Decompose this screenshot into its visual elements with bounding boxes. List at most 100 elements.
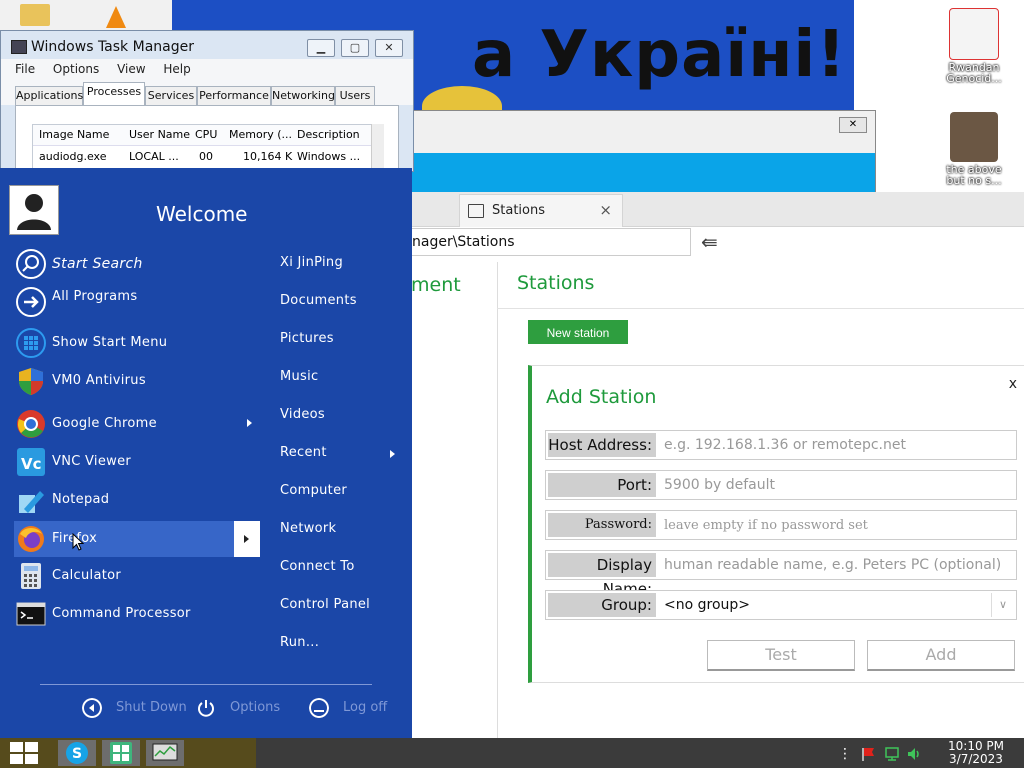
calculator-icon: [21, 563, 41, 589]
new-station-button[interactable]: New station: [528, 320, 628, 344]
menu-help[interactable]: Help: [163, 59, 190, 79]
command-processor-label: Command Processor: [52, 606, 191, 621]
app-taskbar-button[interactable]: [101, 739, 141, 767]
cell-image-name: audiodg.exe: [39, 150, 107, 163]
chevron-right-icon: [390, 450, 395, 458]
minimize-button[interactable]: ▁: [307, 39, 335, 57]
avatar[interactable]: [9, 185, 59, 235]
vm0-antivirus[interactable]: VM0 Antivirus: [14, 363, 254, 399]
maximize-button[interactable]: ▢: [341, 39, 369, 57]
meme-image-icon: [949, 8, 999, 60]
menu-view[interactable]: View: [117, 59, 145, 79]
start-right-connect-to[interactable]: Connect To: [280, 559, 355, 574]
display-name-input[interactable]: [660, 553, 1012, 577]
user-icon: [17, 194, 51, 230]
password-input[interactable]: [660, 513, 1012, 537]
all-programs[interactable]: All Programs: [14, 284, 254, 320]
close-tab-icon[interactable]: ×: [599, 201, 612, 219]
tab-applications[interactable]: Applications: [15, 86, 83, 106]
start-right-videos[interactable]: Videos: [280, 407, 325, 422]
close-panel-button[interactable]: x: [1009, 376, 1017, 392]
group-select[interactable]: <no group>: [664, 593, 750, 617]
column-cpu[interactable]: CPU: [195, 125, 217, 145]
host-address-input[interactable]: [660, 433, 1012, 457]
test-button[interactable]: Test: [707, 640, 855, 671]
skype-taskbar-button[interactable]: S: [57, 739, 97, 767]
mouse-cursor-icon: [72, 533, 84, 551]
host-address-label: Host Address:: [548, 433, 656, 457]
start-right-documents[interactable]: Documents: [280, 293, 357, 308]
start-right-recent[interactable]: Recent: [280, 445, 327, 460]
desktop-icon-rwandan[interactable]: Rwandan Genocid...: [939, 8, 1009, 84]
start-right-xi-jinping[interactable]: Xi JinPing: [280, 255, 343, 270]
start-right-run[interactable]: Run...: [280, 635, 319, 650]
panel-title: Add Station: [546, 386, 657, 408]
logoff-icon: [309, 698, 329, 718]
vm0-antivirus-label: VM0 Antivirus: [52, 373, 146, 388]
firefox-submenu-button[interactable]: [234, 521, 260, 557]
port-input[interactable]: [660, 473, 1012, 497]
google-chrome[interactable]: Google Chrome: [14, 406, 254, 442]
column-memory[interactable]: Memory (...: [229, 125, 292, 145]
password-row: Password:: [545, 510, 1017, 540]
taskbar: S ⋮ 10:10 PM 3/7/2023: [0, 738, 1024, 768]
show-start-menu[interactable]: Show Start Menu: [14, 325, 254, 361]
vnc-viewer[interactable]: Vc VNC Viewer: [14, 444, 254, 480]
windows-start-icon[interactable]: [10, 742, 40, 764]
tab-networking[interactable]: Networking: [271, 86, 335, 106]
menu-file[interactable]: File: [15, 59, 35, 79]
firefox[interactable]: Firefox: [14, 521, 260, 557]
add-button[interactable]: Add: [867, 640, 1015, 671]
close-button[interactable]: ✕: [375, 39, 403, 57]
column-user-name[interactable]: User Name: [129, 125, 190, 145]
chevron-down-icon[interactable]: ∨: [991, 593, 1014, 617]
menu-bar: File Options View Help: [1, 59, 413, 79]
start-search[interactable]: Start Search: [14, 246, 254, 282]
column-image-name[interactable]: Image Name: [39, 125, 109, 145]
start-right-network[interactable]: Network: [280, 521, 336, 536]
volume-icon[interactable]: [906, 746, 922, 762]
task-manager-window[interactable]: Windows Task Manager ▁ ▢ ✕ File Options …: [0, 30, 414, 172]
tab-processes[interactable]: Processes: [83, 82, 145, 105]
task-manager-icon: [11, 40, 27, 54]
column-description[interactable]: Description: [297, 125, 360, 145]
power-icon: [198, 700, 214, 717]
start-right-control-panel[interactable]: Control Panel: [280, 597, 370, 612]
collapse-menu-icon[interactable]: ⇚: [701, 230, 718, 254]
tab-stations[interactable]: Stations ×: [459, 194, 623, 227]
command-processor[interactable]: Command Processor: [14, 596, 254, 632]
process-panel: Image Name User Name CPU Memory (... Des…: [15, 105, 399, 171]
process-table: Image Name User Name CPU Memory (... Des…: [32, 124, 376, 170]
notepad[interactable]: Notepad: [14, 482, 254, 518]
address-bar[interactable]: nager\Stations: [411, 228, 691, 256]
background-window[interactable]: ✕: [410, 110, 876, 196]
tab-services[interactable]: Services: [145, 86, 197, 106]
desktop-background: [0, 0, 172, 30]
table-row[interactable]: audiodg.exe LOCAL ... 00 10,164 K Window…: [33, 147, 375, 167]
start-right-computer[interactable]: Computer: [280, 483, 347, 498]
notepad-label: Notepad: [52, 492, 110, 507]
vlc-icon: [106, 6, 126, 28]
divider: [497, 308, 1024, 309]
calculator-label: Calculator: [52, 568, 122, 583]
close-button[interactable]: ✕: [839, 117, 867, 133]
tab-strip: Applications Processes Services Performa…: [1, 79, 413, 106]
logoff-label: Log off: [343, 700, 388, 715]
task-manager-taskbar-button[interactable]: [145, 739, 185, 767]
windows-icon: [468, 204, 484, 218]
start-right-music[interactable]: Music: [280, 369, 319, 384]
window-content: [411, 153, 875, 193]
start-right-pictures[interactable]: Pictures: [280, 331, 334, 346]
grid-icon: [16, 328, 46, 358]
flag-icon[interactable]: [860, 746, 876, 762]
scrollbar[interactable]: [371, 124, 384, 170]
tab-performance[interactable]: Performance: [197, 86, 271, 106]
desktop-icon-above[interactable]: the above but no s...: [939, 112, 1009, 186]
menu-options[interactable]: Options: [53, 59, 99, 79]
network-icon[interactable]: [884, 746, 900, 762]
overflow-icon[interactable]: ⋮: [838, 746, 852, 762]
clock[interactable]: 10:10 PM 3/7/2023: [948, 740, 1004, 766]
calculator[interactable]: Calculator: [14, 558, 254, 594]
tab-users[interactable]: Users: [335, 86, 375, 106]
skype-icon: S: [58, 740, 96, 766]
